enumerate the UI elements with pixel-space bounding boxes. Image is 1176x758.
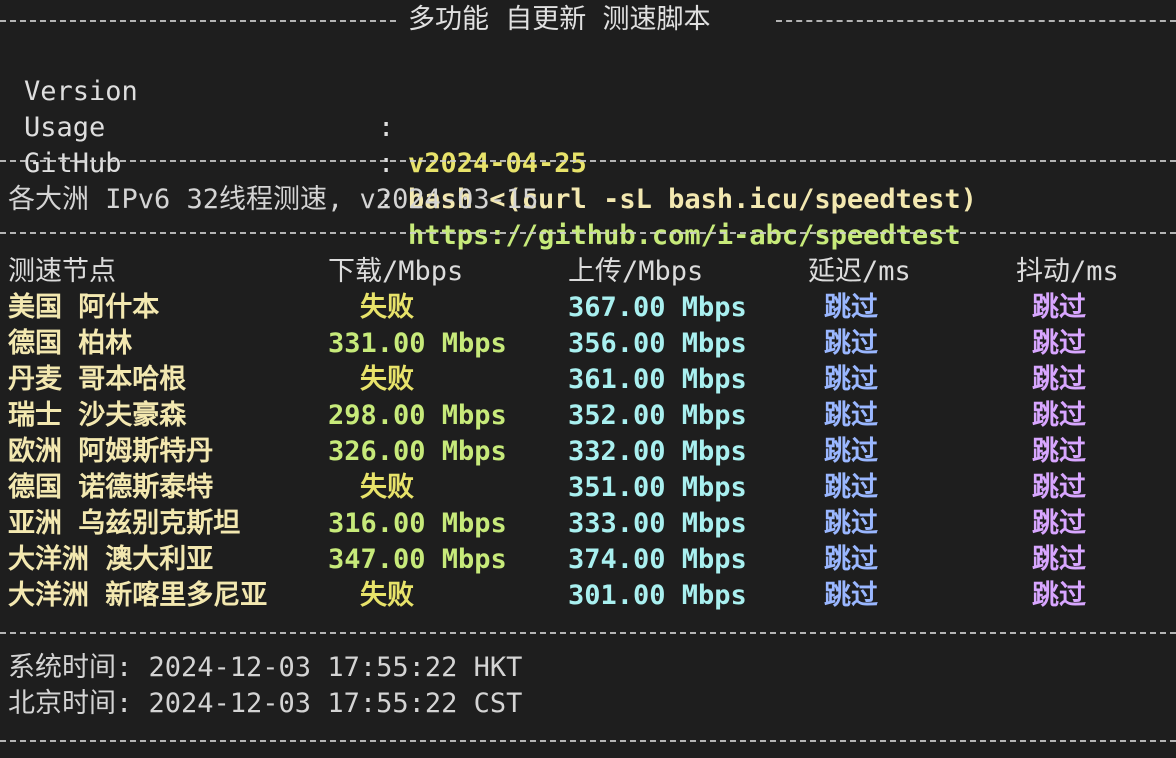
upload-value: 351.00 Mbps [568,472,747,503]
table-row: 欧洲 阿姆斯特丹 326.00 Mbps 332.00 Mbps 跳过 跳过 [0,434,1176,470]
jitter-value: 跳过 [1032,436,1086,467]
latency-value: 跳过 [824,400,878,431]
jitter-value: 跳过 [1032,544,1086,575]
upload-value: 374.00 Mbps [568,544,747,575]
system-time: 系统时间: 2024-12-03 17:55:22 HKT [8,652,523,683]
table-row: 大洋洲 新喀里多尼亚 失败 301.00 Mbps 跳过 跳过 [0,578,1176,614]
latency-value: 跳过 [824,508,878,539]
table-row: 美国 阿什本 失败 367.00 Mbps 跳过 跳过 [0,290,1176,326]
jitter-value: 跳过 [1032,400,1086,431]
download-value: 失败 [360,472,414,503]
node-name: 瑞士 沙夫豪森 [8,400,187,431]
latency-value: 跳过 [824,472,878,503]
node-name: 丹麦 哥本哈根 [8,364,187,395]
table-header: 测速节点 下载/Mbps 上传/Mbps 延迟/ms 抖动/ms [0,254,1176,290]
table-row: 大洋洲 澳大利亚 347.00 Mbps 374.00 Mbps 跳过 跳过 [0,542,1176,578]
table-row: 德国 诺德斯泰特 失败 351.00 Mbps 跳过 跳过 [0,470,1176,506]
latency-value: 跳过 [824,544,878,575]
upload-value: 352.00 Mbps [568,400,747,431]
upload-value: 367.00 Mbps [568,292,747,323]
download-value: 347.00 Mbps [328,544,507,575]
divider [0,232,1176,237]
download-value: 失败 [360,292,414,323]
header-download: 下载/Mbps [328,256,464,287]
upload-value: 301.00 Mbps [568,580,747,611]
usage-line: Usage : bash <(curl -sL bash.icu/speedte… [0,74,1176,215]
header-latency: 延迟/ms [808,256,911,287]
test-subtitle: 各大洲 IPv6 32线程测速, v2024-03-15 [8,184,539,215]
version-line: Version : v2024-04-25 [0,38,1176,179]
header-jitter: 抖动/ms [1016,256,1119,287]
download-value: 失败 [360,364,414,395]
upload-value: 361.00 Mbps [568,364,747,395]
node-name: 美国 阿什本 [8,292,160,323]
divider [0,632,1176,637]
download-value: 326.00 Mbps [328,436,507,467]
table-row: 德国 柏林 331.00 Mbps 356.00 Mbps 跳过 跳过 [0,326,1176,362]
title-rule-left [0,20,396,22]
node-name: 大洋洲 澳大利亚 [8,544,214,575]
jitter-value: 跳过 [1032,328,1086,359]
node-name: 亚洲 乌兹别克斯坦 [8,508,241,539]
beijing-time: 北京时间: 2024-12-03 17:55:22 CST [8,688,523,719]
download-value: 298.00 Mbps [328,400,507,431]
jitter-value: 跳过 [1032,472,1086,503]
jitter-value: 跳过 [1032,508,1086,539]
node-name: 欧洲 阿姆斯特丹 [8,436,214,467]
upload-value: 356.00 Mbps [568,328,747,359]
terminal-window: 多功能 自更新 测速脚本 Version : v2024-04-25 Usage… [0,0,1176,758]
node-name: 德国 柏林 [8,328,133,359]
download-value: 316.00 Mbps [328,508,507,539]
table-row: 丹麦 哥本哈根 失败 361.00 Mbps 跳过 跳过 [0,362,1176,398]
title-rule-right [776,20,1176,22]
download-value: 331.00 Mbps [328,328,507,359]
node-name: 大洋洲 新喀里多尼亚 [8,580,268,611]
node-name: 德国 诺德斯泰特 [8,472,214,503]
upload-value: 333.00 Mbps [568,508,747,539]
latency-value: 跳过 [824,328,878,359]
jitter-value: 跳过 [1032,364,1086,395]
divider [0,740,1176,745]
latency-value: 跳过 [824,364,878,395]
latency-value: 跳过 [824,436,878,467]
download-value: 失败 [360,580,414,611]
jitter-value: 跳过 [1032,292,1086,323]
header-upload: 上传/Mbps [568,256,704,287]
title-bar: 多功能 自更新 测速脚本 [0,2,1176,38]
github-line: GitHub : https://github.com/i-abc/speedt… [0,110,1176,251]
table-row: 亚洲 乌兹别克斯坦 316.00 Mbps 333.00 Mbps 跳过 跳过 [0,506,1176,542]
upload-value: 332.00 Mbps [568,436,747,467]
table-row: 瑞士 沙夫豪森 298.00 Mbps 352.00 Mbps 跳过 跳过 [0,398,1176,434]
latency-value: 跳过 [824,292,878,323]
script-title: 多功能 自更新 测速脚本 [408,4,711,35]
jitter-value: 跳过 [1032,580,1086,611]
latency-value: 跳过 [824,580,878,611]
header-node: 测速节点 [8,256,116,287]
divider [0,160,1176,165]
